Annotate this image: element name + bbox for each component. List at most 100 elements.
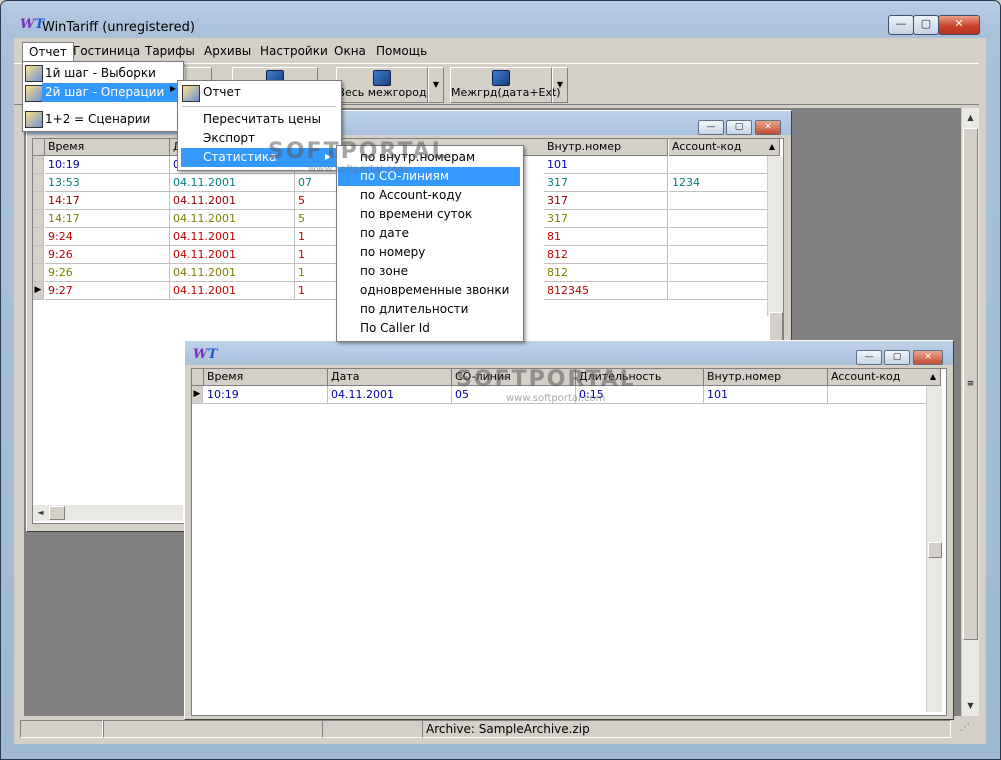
cell-time[interactable]: 9:26 — [45, 264, 170, 282]
row-indicator[interactable] — [33, 192, 44, 210]
menu-item-step2[interactable]: 2й шаг - Операции — [42, 83, 179, 102]
cell-co[interactable]: 1 — [295, 282, 337, 300]
international-dropdown-arrow[interactable]: ▼ — [552, 67, 568, 103]
menu-item-recalc-prices[interactable]: Пересчитать цены — [200, 110, 333, 129]
cell-account[interactable]: 1234 — [669, 174, 768, 192]
row-indicator[interactable]: ▶ — [192, 386, 203, 404]
main-scroll-down-arrow[interactable]: ▼ — [963, 698, 978, 713]
child2-vertical-scrollbar[interactable] — [926, 386, 942, 712]
cell-ext[interactable]: 317 — [544, 210, 668, 228]
menu-settings[interactable]: Настройки — [254, 42, 334, 60]
menu-help[interactable]: Помощь — [370, 42, 433, 60]
cell-account[interactable] — [669, 228, 768, 246]
column-header-account[interactable]: Account-код — [828, 369, 927, 386]
child1-minimize-button[interactable]: — — [698, 120, 724, 135]
statistics-grid[interactable] — [191, 368, 947, 716]
cell-date[interactable]: 04.11.2001 — [170, 246, 295, 264]
intercity-button[interactable]: Весь межгород — [336, 67, 428, 103]
resize-grip-icon[interactable]: ⋰ — [960, 722, 976, 738]
child1-vertical-scrollbar[interactable] — [767, 156, 783, 344]
menu-item-stat-9[interactable]: По Caller Id — [338, 319, 520, 338]
column-header-account[interactable]: Account-код — [669, 139, 768, 156]
cell-account[interactable] — [828, 386, 927, 404]
menu-windows[interactable]: Окна — [328, 42, 372, 60]
column-header-time[interactable]: Время — [204, 369, 328, 386]
menu-item-stat-3[interactable]: по времени суток — [338, 205, 520, 224]
child1-horizontal-scrollbar[interactable]: ◄ — [33, 505, 183, 521]
cell-ext[interactable]: 101 — [544, 156, 668, 174]
cell-co[interactable]: 1 — [295, 228, 337, 246]
row-indicator[interactable] — [33, 246, 44, 264]
cell-ext[interactable]: 812 — [544, 246, 668, 264]
column-header-time[interactable]: Время — [45, 139, 170, 156]
scroll-up-arrow[interactable]: ▲ — [926, 369, 941, 386]
menu-tariffs[interactable]: Тарифы — [139, 42, 201, 60]
cell-time[interactable]: 14:17 — [45, 210, 170, 228]
main-vertical-scrollbar[interactable]: ▲ ≡ ▼ — [961, 108, 979, 716]
menu-item-stat-7[interactable]: одновременные звонки — [338, 281, 520, 300]
maximize-button[interactable]: ▢ — [913, 15, 939, 35]
row-indicator[interactable] — [33, 156, 44, 174]
cell-account[interactable] — [669, 156, 768, 174]
menu-item-stat-2[interactable]: по Account-коду — [338, 186, 520, 205]
child2-scroll-thumb[interactable] — [928, 542, 942, 558]
menu-item-stat-6[interactable]: по зоне — [338, 262, 520, 281]
child1-close-button[interactable]: ✕ — [755, 120, 781, 135]
cell-date[interactable]: 04.11.2001 — [170, 282, 295, 300]
cell-account[interactable] — [669, 264, 768, 282]
international-button[interactable]: Межгрд(дата+Ext) — [450, 67, 561, 103]
cell-time[interactable]: 9:27 — [45, 282, 170, 300]
row-indicator[interactable] — [33, 210, 44, 228]
cell-account[interactable] — [669, 192, 768, 210]
child2-minimize-button[interactable]: — — [856, 350, 882, 365]
row-indicator[interactable] — [33, 228, 44, 246]
menu-item-report[interactable]: Отчет — [200, 83, 333, 102]
child2-maximize-button[interactable]: ▢ — [884, 350, 910, 365]
cell-date[interactable]: 04.11.2001 — [170, 174, 295, 192]
menu-item-scenarios[interactable]: 1+2 = Сценарии — [42, 110, 179, 129]
menu-archives[interactable]: Архивы — [198, 42, 257, 60]
child2-close-button[interactable]: ✕ — [913, 350, 943, 365]
menu-hotel[interactable]: Гостиница — [67, 42, 146, 60]
cell-ext[interactable]: 812 — [544, 264, 668, 282]
menu-item-stat-8[interactable]: по длительности — [338, 300, 520, 319]
cell-time[interactable]: 10:19 — [45, 156, 170, 174]
scroll-left-arrow[interactable]: ◄ — [33, 505, 48, 520]
cell-time[interactable]: 14:17 — [45, 192, 170, 210]
cell-ext[interactable]: 812345 — [544, 282, 668, 300]
minimize-button[interactable]: — — [888, 15, 914, 35]
child1-hscroll-thumb[interactable] — [49, 506, 65, 520]
cell-date[interactable]: 04.11.2001 — [170, 192, 295, 210]
cell-ext[interactable]: 101 — [704, 386, 828, 404]
close-button[interactable]: ✕ — [938, 15, 980, 35]
cell-date[interactable]: 04.11.2001 — [170, 264, 295, 282]
menu-item-stat-4[interactable]: по дате — [338, 224, 520, 243]
menu-item-stat-5[interactable]: по номеру — [338, 243, 520, 262]
column-header-ext[interactable]: Внутр.номер — [544, 139, 668, 156]
column-header-ext[interactable]: Внутр.номер — [704, 369, 828, 386]
cell-account[interactable] — [669, 210, 768, 228]
cell-date[interactable]: 04.11.2001 — [170, 210, 295, 228]
cell-co[interactable]: 5 — [295, 192, 337, 210]
row-indicator[interactable] — [33, 264, 44, 282]
cell-co[interactable]: 5 — [295, 210, 337, 228]
menu-item-step1[interactable]: 1й шаг - Выборки — [42, 64, 179, 83]
main-scroll-thumb[interactable]: ≡ — [963, 128, 978, 640]
main-scroll-up-arrow[interactable]: ▲ — [963, 110, 978, 125]
cell-ext[interactable]: 81 — [544, 228, 668, 246]
child1-maximize-button[interactable]: ▢ — [726, 120, 752, 135]
column-header-date[interactable]: Дата — [328, 369, 452, 386]
cell-date[interactable]: 04.11.2001 — [328, 386, 452, 404]
intercity-dropdown-arrow[interactable]: ▼ — [428, 67, 444, 103]
row-indicator[interactable] — [33, 174, 44, 192]
cell-co[interactable]: 1 — [295, 264, 337, 282]
cell-co[interactable]: 07 — [295, 174, 337, 192]
cell-ext[interactable]: 317 — [544, 192, 668, 210]
cell-time[interactable]: 9:26 — [45, 246, 170, 264]
cell-date[interactable]: 04.11.2001 — [170, 228, 295, 246]
cell-time[interactable]: 13:53 — [45, 174, 170, 192]
scroll-up-arrow[interactable]: ▲ — [765, 139, 780, 156]
cell-time[interactable]: 10:19 — [204, 386, 328, 404]
cell-co[interactable]: 1 — [295, 246, 337, 264]
cell-ext[interactable]: 317 — [544, 174, 668, 192]
